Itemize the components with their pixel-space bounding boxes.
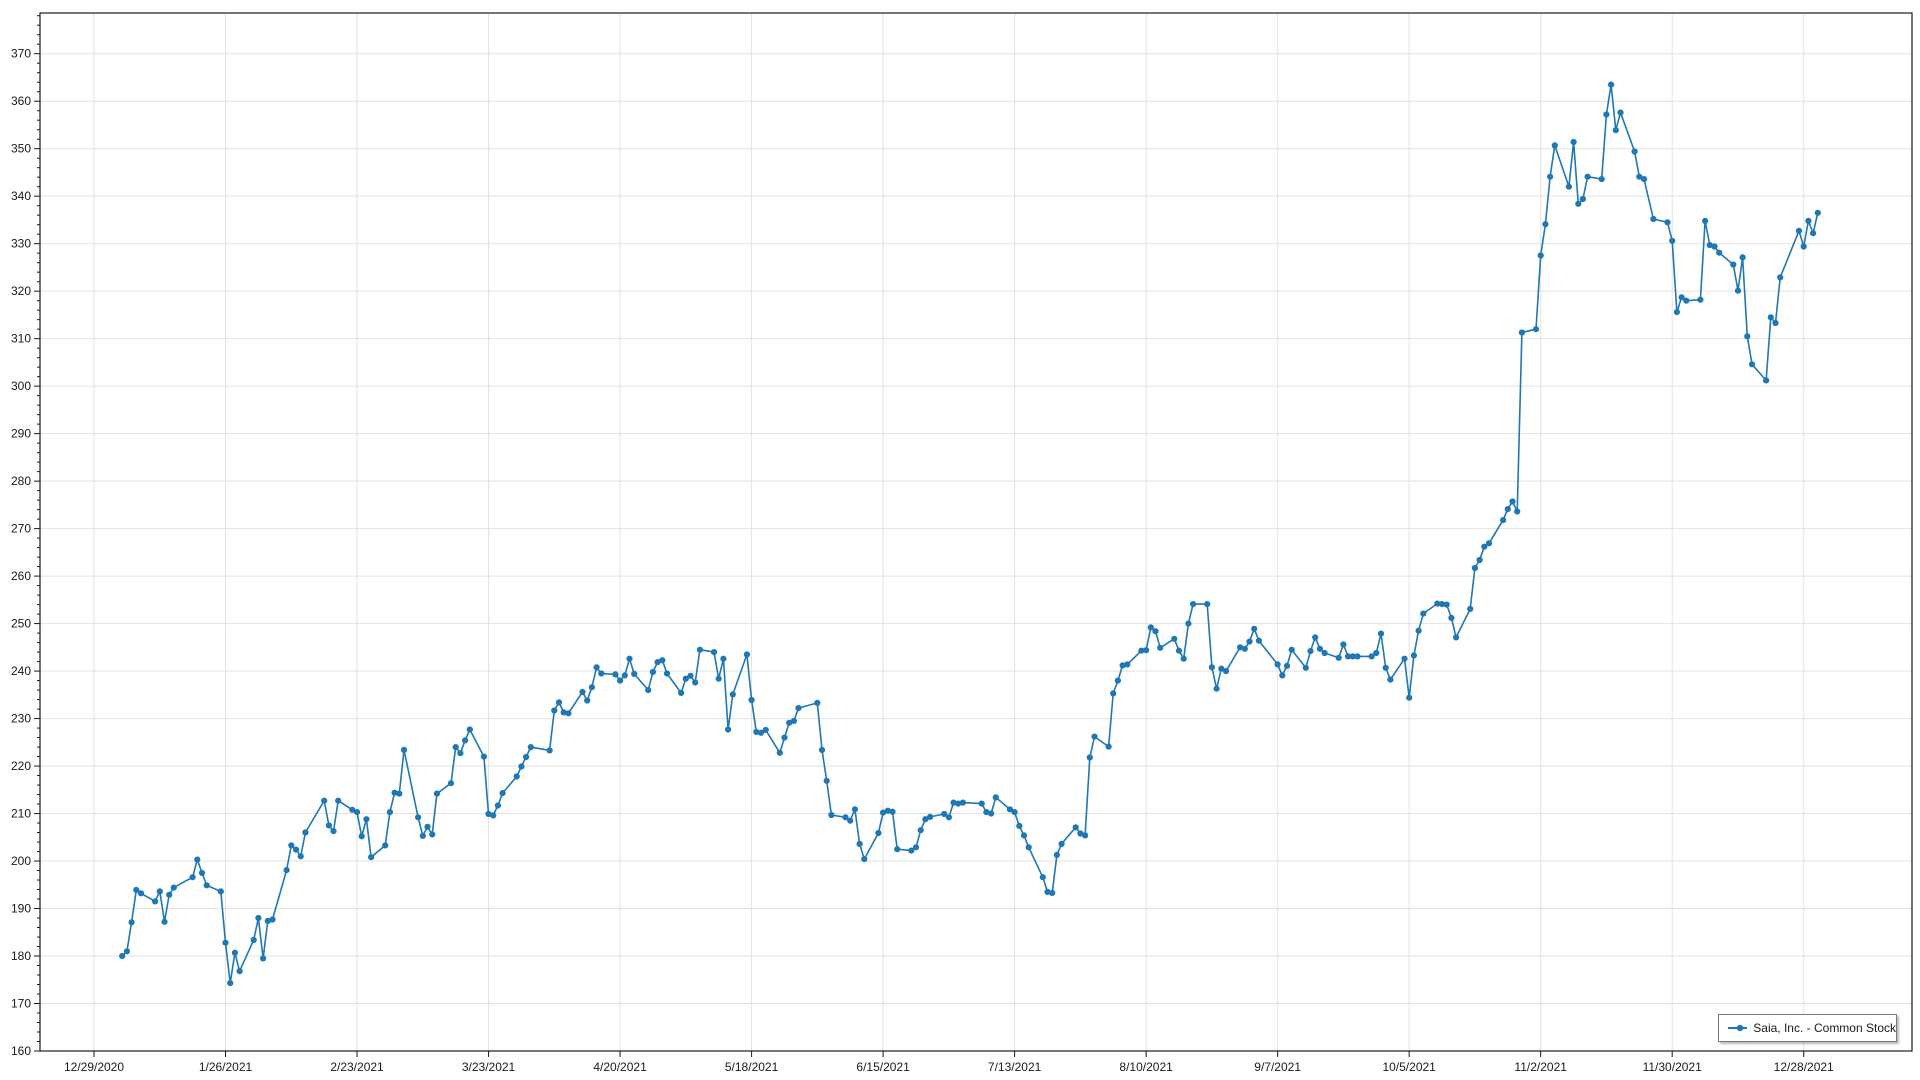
x-tick-label: 6/15/2021 [856, 1060, 910, 1074]
x-tick-label: 9/7/2021 [1254, 1060, 1301, 1074]
x-tick-label: 10/5/2021 [1382, 1060, 1436, 1074]
legend[interactable]: Saia, Inc. - Common Stock [1718, 1014, 1897, 1042]
series-line-marker-icon [1727, 1022, 1747, 1034]
x-tick-label: 11/2/2021 [1514, 1060, 1567, 1074]
x-tick-label: 3/23/2021 [462, 1060, 516, 1074]
y-tick-label: 240 [11, 664, 31, 678]
y-tick-label: 270 [11, 522, 31, 536]
y-tick-label: 330 [11, 237, 31, 251]
x-tick-label: 5/18/2021 [725, 1060, 779, 1074]
stock-chart-window: 160 170 180 190 200 210 220 230 240 250 260 270 280 2… [0, 0, 1920, 1080]
stock-line-chart[interactable]: 160 170 180 190 200 210 220 230 240 250 260 270 280 2… [0, 0, 1920, 1080]
y-tick-label: 320 [11, 284, 31, 298]
x-tick-label: 12/28/2021 [1774, 1060, 1834, 1074]
x-tick-label: 2/23/2021 [330, 1060, 384, 1074]
y-tick-label: 290 [11, 427, 31, 441]
y-tick-label: 220 [11, 759, 31, 773]
y-tick-label: 350 [11, 142, 31, 156]
tick-marks [34, 16, 1804, 1057]
x-tick-label: 12/29/2020 [64, 1060, 124, 1074]
y-tick-label: 260 [11, 569, 31, 583]
x-tick-label: 1/26/2021 [199, 1060, 253, 1074]
y-tick-label: 280 [11, 474, 31, 488]
gridlines [40, 13, 1912, 1051]
y-tick-label: 370 [11, 47, 31, 61]
price-series [119, 82, 1821, 987]
y-tick-label: 200 [11, 854, 31, 868]
price-line [122, 85, 1818, 984]
axis-labels: 160 170 180 190 200 210 220 230 240 250 260 270 280 2… [11, 47, 1834, 1074]
y-tick-label: 210 [11, 807, 31, 821]
y-tick-label: 230 [11, 712, 31, 726]
y-tick-label: 360 [11, 94, 31, 108]
x-tick-label: 11/30/2021 [1643, 1060, 1702, 1074]
x-tick-label: 7/13/2021 [988, 1060, 1042, 1074]
data-points [119, 82, 1821, 987]
y-tick-label: 170 [11, 997, 31, 1011]
y-tick-label: 180 [11, 949, 31, 963]
plot-frame [40, 13, 1912, 1051]
y-tick-label: 340 [11, 189, 31, 203]
x-tick-label: 8/10/2021 [1119, 1060, 1173, 1074]
y-tick-label: 310 [11, 332, 31, 346]
axes [40, 13, 1912, 1051]
y-tick-label: 160 [11, 1044, 31, 1058]
y-tick-label: 250 [11, 617, 31, 631]
y-tick-label: 190 [11, 902, 31, 916]
x-tick-label: 4/20/2021 [593, 1060, 647, 1074]
y-tick-label: 300 [11, 379, 31, 393]
legend-series-label: Saia, Inc. - Common Stock [1753, 1021, 1896, 1035]
